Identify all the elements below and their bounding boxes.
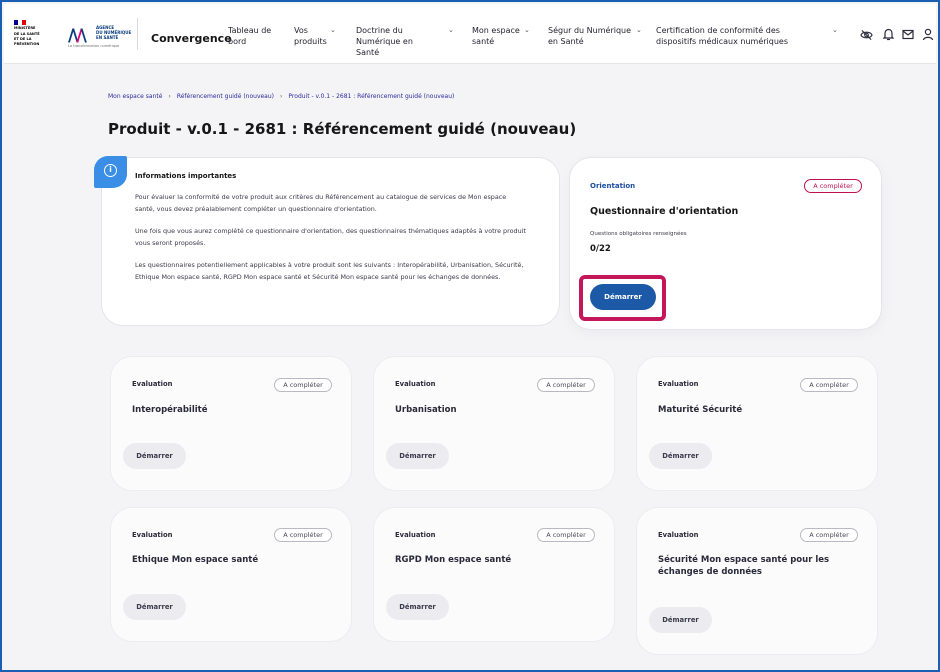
nav-item-doctrine[interactable]: Doctrine du Numérique en Santé ⌄ [356,25,456,58]
nav-item-mon-espace-sante[interactable]: Mon espace santé ⌄ [472,25,536,47]
nav-item-vos-produits[interactable]: Vos produits ⌄ [294,25,338,47]
evaluation-title: Sécurité Mon espace santé pour les échan… [658,555,830,577]
user-icon[interactable] [922,28,934,41]
status-badge: A compléter [537,528,595,542]
evaluation-label: Evaluation [132,380,173,388]
evaluation-label: Evaluation [658,531,699,539]
evaluation-title: Maturité Sécurité [658,405,743,415]
ans-mark-icon: /\/\ [68,26,87,46]
start-maturite-securite-button[interactable]: Démarrer [649,443,712,469]
breadcrumb: Mon espace santé › Référencement guidé (no… [108,93,454,100]
nav-item-label: Certification de conformité des disposit… [656,26,788,46]
start-securite-echanges-button[interactable]: Démarrer [649,607,712,633]
chevron-down-icon: ⌄ [330,26,336,34]
nav-item-certification[interactable]: Certification de conformité des disposit… [656,25,841,47]
republic-logo-line: DE LA SANTÉ [14,31,40,36]
republic-logo[interactable]: MINISTÈRE DE LA SANTÉ ET DE LA PRÉVENTIO… [14,20,56,48]
chevron-right-icon: › [168,93,171,100]
start-interoperabilite-button[interactable]: Démarrer [123,443,186,469]
evaluation-label: Evaluation [658,380,699,388]
page-title: Produit - v.0.1 - 2681 : Référencement g… [108,120,577,138]
orientation-count: 0/22 [590,244,611,254]
breadcrumb-link[interactable]: Référencement guidé (nouveau) [177,93,274,100]
ans-logo[interactable]: /\/\ AGENCE DU NUMÉRIQUE EN SANTÉ La tra… [68,22,138,50]
evaluation-label: Evaluation [132,531,173,539]
chevron-down-icon: ⌄ [636,26,642,34]
top-header: MINISTÈRE DE LA SANTÉ ET DE LA PRÉVENTIO… [4,4,936,64]
evaluation-title: RGPD Mon espace santé [395,555,512,565]
chevron-down-icon: ⌄ [524,26,530,34]
chevron-down-icon: ⌄ [448,26,454,34]
mail-icon[interactable] [902,29,914,40]
evaluation-label: Evaluation [395,531,436,539]
evaluation-title: Interopérabilité [132,405,208,415]
nav-item-segur[interactable]: Ségur du Numérique en Santé ⌄ [548,25,644,47]
evaluation-label: Evaluation [395,380,436,388]
status-badge: A compléter [800,528,858,542]
nav-item-label: Vos produits [294,26,327,46]
eye-off-icon[interactable] [860,29,873,41]
bell-icon[interactable] [883,28,894,41]
orientation-title: Questionnaire d'orientation [590,206,739,217]
status-badge: A compléter [537,378,595,392]
ans-tagline: La transformation numérique [68,44,120,48]
start-rgpd-button[interactable]: Démarrer [386,594,449,620]
info-paragraph: Pour évaluer la conformité de votre prod… [135,193,507,213]
nav-item-tableau-de-bord[interactable]: Tableau de bord [228,25,278,47]
orientation-label: Orientation [590,182,636,190]
app-window: MINISTÈRE DE LA SANTÉ ET DE LA PRÉVENTIO… [0,0,940,672]
breadcrumb-link[interactable]: Mon espace santé [108,93,162,100]
header-divider [137,18,138,50]
status-badge: A compléter [804,179,862,193]
ans-logo-line: EN SANTÉ [96,35,119,40]
info-title: Informations importantes [135,172,237,180]
evaluation-card-urbanisation [373,356,615,491]
evaluation-title: Ethique Mon espace santé [132,555,259,565]
start-ethique-button[interactable]: Démarrer [123,594,186,620]
chevron-down-icon: ⌄ [832,26,838,34]
status-badge: A compléter [800,378,858,392]
brand-name[interactable]: Convergence [151,32,232,45]
evaluation-card-maturite-securite [636,356,878,491]
nav-item-label: Tableau de bord [228,26,272,46]
republic-logo-line: MINISTÈRE [14,26,36,30]
status-badge: A compléter [274,378,332,392]
orientation-subtitle: Questions obligatoires renseignées [590,231,687,237]
nav-item-label: Ségur du Numérique en Santé [548,26,632,46]
breadcrumb-current: Produit - v.0.1 - 2681 : Référencement g… [288,93,455,100]
info-paragraph: Une fois que vous aurez complété ce ques… [135,227,526,247]
info-icon: i [104,164,117,177]
start-urbanisation-button[interactable]: Démarrer [386,443,449,469]
flag-icon [14,20,26,25]
nav-item-label: Mon espace santé [472,26,520,46]
republic-logo-line: ET DE LA PRÉVENTION [14,37,40,46]
nav-item-label: Doctrine du Numérique en Santé [356,26,413,57]
evaluation-card-interoperabilite [110,356,352,491]
evaluation-title: Urbanisation [395,405,457,415]
chevron-right-icon: › [280,93,283,100]
info-badge: i [94,156,127,188]
info-paragraph: Les questionnaires potentiellement appli… [135,261,524,281]
start-orientation-button[interactable]: Démarrer [590,284,656,310]
status-badge: A compléter [274,528,332,542]
